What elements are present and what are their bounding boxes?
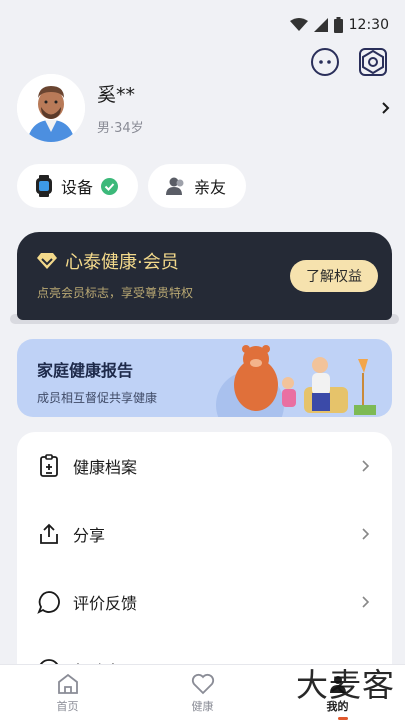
share-icon xyxy=(40,523,58,544)
health-record-icon xyxy=(40,454,58,477)
chevron-right-icon[interactable] xyxy=(380,102,392,114)
status-time: 12:30 xyxy=(348,17,389,33)
devices-chip[interactable]: 设备 xyxy=(17,164,139,208)
menu-list: 健康档案 分享 评价反馈 帮助中心 xyxy=(17,432,392,692)
member-banner[interactable]: 心泰健康·会员 点亮会员标志，享受尊贵特权 了解权益 xyxy=(17,232,392,320)
avatar-illustration-icon xyxy=(17,74,85,142)
user-details: 男·34岁 xyxy=(97,121,144,136)
family-report-banner[interactable]: 家庭健康报告 成员相互督促共享健康 xyxy=(17,339,392,417)
avatar[interactable] xyxy=(17,74,85,142)
heart-icon xyxy=(191,673,214,694)
nav-label: 健康 xyxy=(191,699,214,713)
menu-item-feedback[interactable]: 评价反馈 xyxy=(17,568,392,636)
chat-icon xyxy=(319,60,331,64)
nav-health[interactable]: 健康 xyxy=(135,665,270,720)
watermark: 大麦客 xyxy=(295,666,395,704)
verified-check-icon xyxy=(101,177,119,195)
home-icon xyxy=(57,673,78,694)
chevron-right-icon xyxy=(362,596,370,608)
watch-icon xyxy=(36,175,52,197)
family-illustration-icon xyxy=(216,345,376,417)
devices-label: 设备 xyxy=(61,178,94,197)
settings-hex-icon xyxy=(362,50,384,74)
cell-signal-icon xyxy=(313,18,328,32)
member-title: 心泰健康·会员 xyxy=(65,252,179,273)
status-bar: 12:30 xyxy=(0,0,405,50)
chevron-right-icon xyxy=(362,460,370,472)
menu-label: 分享 xyxy=(73,526,106,545)
profile-header[interactable]: 奚** 男·34岁 xyxy=(17,72,392,144)
feedback-icon xyxy=(37,591,60,614)
user-name: 奚** xyxy=(97,84,136,106)
menu-label: 评价反馈 xyxy=(73,594,138,613)
learn-benefits-button[interactable]: 了解权益 xyxy=(290,260,378,292)
menu-label: 健康档案 xyxy=(73,458,138,477)
wifi-icon xyxy=(289,18,308,31)
family-chip[interactable]: 亲友 xyxy=(148,164,247,208)
menu-item-health-record[interactable]: 健康档案 xyxy=(17,432,392,500)
nav-label: 首页 xyxy=(56,699,79,713)
family-label: 亲友 xyxy=(194,178,227,197)
chevron-right-icon xyxy=(362,528,370,540)
menu-item-share[interactable]: 分享 xyxy=(17,500,392,568)
battery-icon xyxy=(333,17,343,33)
nav-home[interactable]: 首页 xyxy=(0,665,135,720)
person-icon xyxy=(166,177,184,195)
diamond-icon xyxy=(37,253,57,269)
